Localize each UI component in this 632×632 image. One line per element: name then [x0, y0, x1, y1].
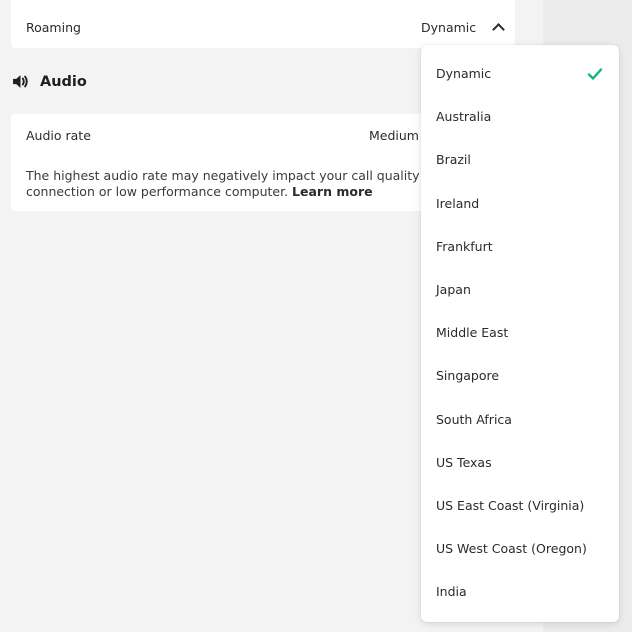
audio-rate-label: Audio rate [26, 128, 91, 143]
dropdown-option[interactable]: South Africa [421, 398, 619, 441]
dropdown-option[interactable]: Singapore [421, 354, 619, 397]
dropdown-option-label: Middle East [436, 325, 509, 341]
dropdown-option-label: South Africa [436, 411, 512, 427]
dropdown-option[interactable]: Middle East [421, 311, 619, 354]
roaming-selected-value: Dynamic [421, 20, 477, 35]
dropdown-options-list: Dynamic Australia Brazil Ireland Frankfu… [421, 52, 619, 613]
dropdown-option-label: Dynamic [436, 66, 492, 82]
roaming-card: Roaming Dynamic [11, 0, 515, 48]
chevron-up-icon [492, 23, 506, 36]
dropdown-option[interactable]: Ireland [421, 182, 619, 225]
audio-section-header: Audio [12, 73, 87, 90]
check-icon [587, 67, 603, 80]
dropdown-option[interactable]: India [421, 570, 619, 613]
speaker-icon [13, 75, 28, 88]
dropdown-option-label: Brazil [436, 152, 471, 168]
roaming-label: Roaming [26, 20, 81, 35]
roaming-dropdown-menu: Dynamic Australia Brazil Ireland Frankfu… [421, 45, 619, 622]
dropdown-option[interactable]: Japan [421, 268, 619, 311]
dropdown-option[interactable]: US Texas [421, 441, 619, 484]
dropdown-option-label: Ireland [436, 195, 480, 211]
dropdown-option-label: US West Coast (Oregon) [436, 541, 587, 557]
dropdown-option[interactable]: US East Coast (Virginia) [421, 484, 619, 527]
learn-more-link[interactable]: Learn more [292, 184, 373, 199]
dropdown-option[interactable]: Australia [421, 95, 619, 138]
dropdown-option[interactable]: US West Coast (Oregon) [421, 527, 619, 570]
dropdown-option-label: Singapore [436, 368, 500, 384]
audio-section-title: Audio [40, 73, 87, 90]
dropdown-option[interactable]: Dynamic [421, 52, 619, 95]
audio-rate-select[interactable]: Medium ( [369, 128, 428, 143]
dropdown-option-label: Australia [436, 109, 492, 125]
audio-rate-description: The highest audio rate may negatively im… [26, 168, 421, 200]
dropdown-option-label: US Texas [436, 454, 492, 470]
dropdown-option-label: Japan [436, 282, 471, 298]
dropdown-option-label: Frankfurt [436, 238, 493, 254]
dropdown-option[interactable]: Brazil [421, 138, 619, 181]
audio-description-line2: connection or low performance computer. [26, 184, 289, 199]
audio-description-line1: The highest audio rate may negatively im… [26, 168, 421, 183]
dropdown-option-label: US East Coast (Virginia) [436, 497, 585, 513]
roaming-select[interactable]: Dynamic [421, 20, 506, 36]
dropdown-option-label: India [436, 584, 467, 600]
dropdown-option[interactable]: Frankfurt [421, 225, 619, 268]
